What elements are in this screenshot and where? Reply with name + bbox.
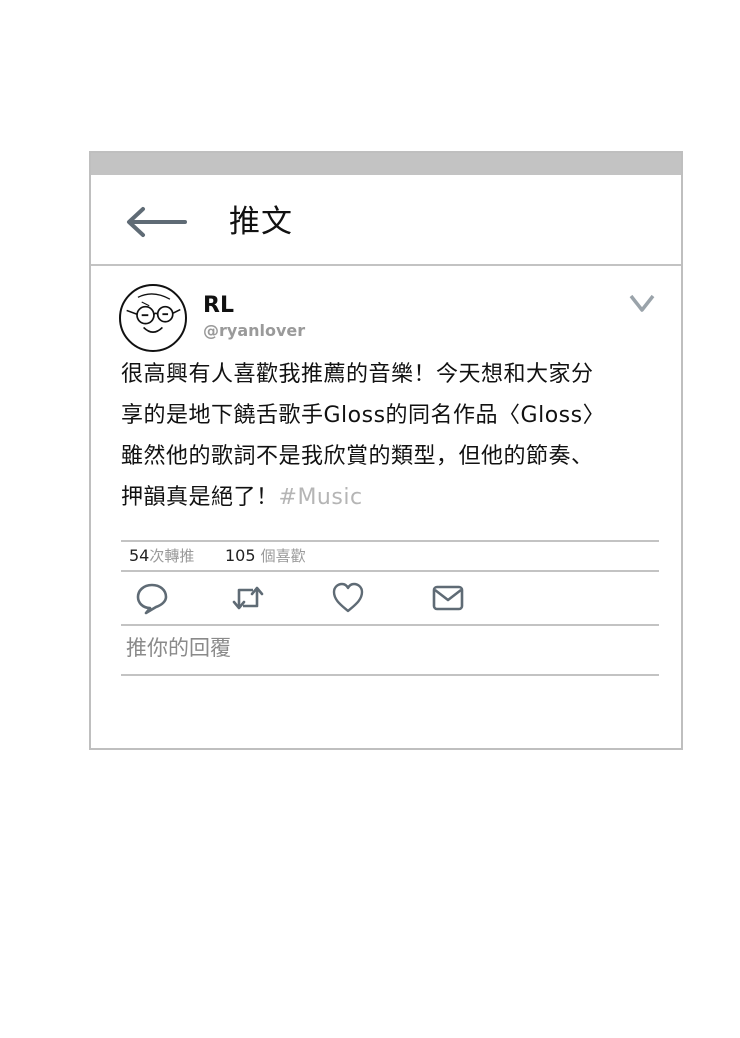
doodle-face-with-glasses-icon: [126, 293, 181, 333]
window-top-bar: [91, 153, 681, 175]
hashtag-link[interactable]: #Music: [279, 485, 363, 510]
author-display-name[interactable]: RL: [203, 293, 234, 319]
tweet-text-line: 雖然他的歌詞不是我欣賞的類型，但他的節奏、: [121, 444, 594, 469]
envelope-icon[interactable]: [431, 581, 465, 615]
author-handle[interactable]: @ryanlover: [203, 321, 305, 341]
like-count: 105: [225, 546, 256, 565]
like-count-label: 個喜歡: [260, 547, 306, 565]
reply-box: 推你的回覆: [121, 624, 659, 676]
tweet-actions: [121, 572, 659, 626]
retweet-count-stat[interactable]: 54次轉推: [129, 545, 194, 567]
arrow-left-icon[interactable]: [125, 205, 187, 239]
tweet-text-line: 很高興有人喜歡我推薦的音樂！今天想和大家分: [121, 362, 594, 387]
page-header: 推文: [91, 175, 681, 266]
page-title: 推文: [229, 204, 293, 240]
tweet-text: 很高興有人喜歡我推薦的音樂！今天想和大家分 享的是地下饒舌歌手Gloss的同名作…: [121, 354, 651, 518]
heart-icon[interactable]: [331, 581, 365, 615]
retweet-count: 54: [129, 546, 150, 565]
reply-input[interactable]: 推你的回覆: [126, 634, 231, 662]
tweet-text-line: 押韻真是絕了！: [121, 485, 279, 510]
avatar[interactable]: [119, 284, 187, 352]
tweet-stats: 54次轉推 105 個喜歡: [121, 540, 659, 572]
like-count-stat[interactable]: 105 個喜歡: [225, 545, 306, 567]
tweet-text-line: 享的是地下饒舌歌手Gloss的同名作品〈Gloss〉: [121, 403, 606, 428]
retweet-count-label: 次轉推: [149, 547, 195, 565]
retweet-arrows-icon[interactable]: [231, 581, 265, 615]
speech-bubble-icon[interactable]: [135, 581, 169, 615]
tweet-card: 推文 RL @ryanlover 很高興有人喜歡我推薦的音樂！今天想和大家分 享…: [89, 151, 683, 750]
tweet-text-line-last: 押韻真是絕了！#Music: [121, 477, 651, 518]
chevron-down-icon[interactable]: [628, 292, 656, 314]
